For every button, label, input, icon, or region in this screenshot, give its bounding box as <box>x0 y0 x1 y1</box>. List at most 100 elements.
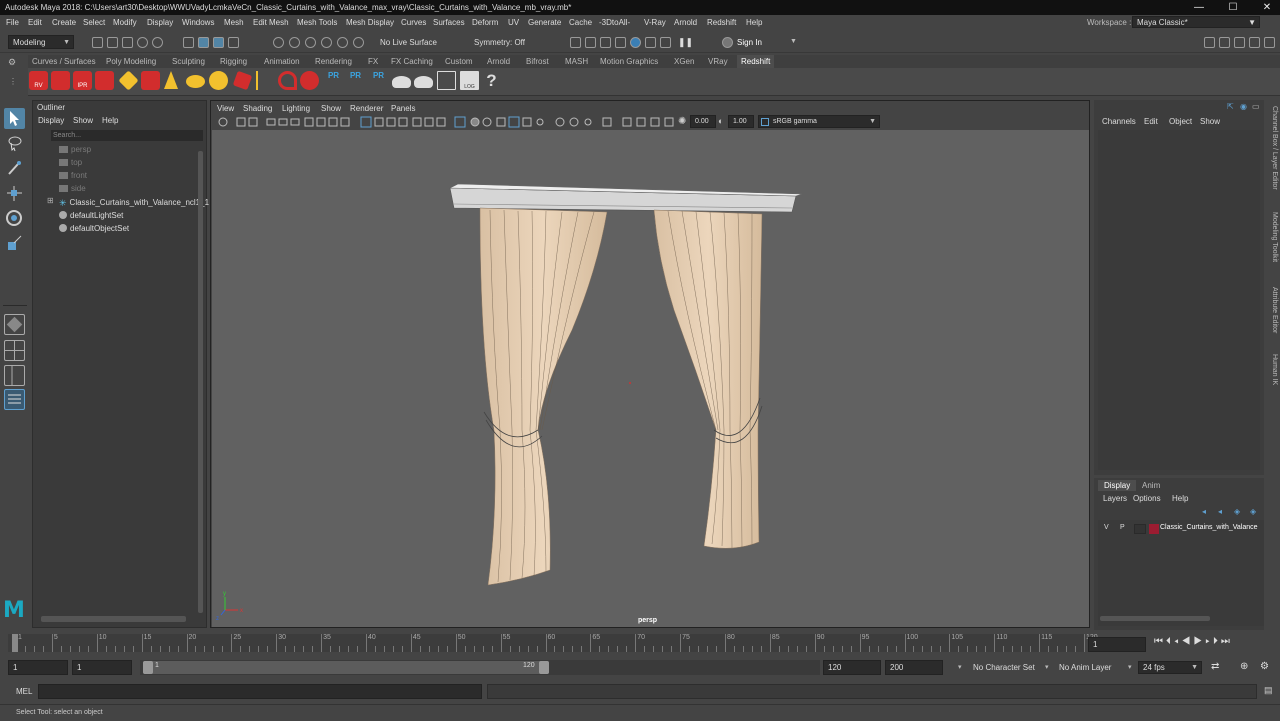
shelf-tab-curves-surfaces[interactable]: Curves / Surfaces <box>28 55 100 68</box>
outliner-item-defaultlightset[interactable]: defaultLightSet <box>59 209 123 222</box>
layer-row[interactable]: V P Classic_Curtains_with_Valance <box>1098 523 1264 535</box>
render-current-frame-icon[interactable] <box>585 37 596 48</box>
select-component-icon[interactable] <box>213 37 224 48</box>
play-backwards-icon[interactable]: ◀ <box>1182 636 1194 647</box>
viewport-menu-shading[interactable]: Shading <box>243 104 272 113</box>
chevron-down-icon[interactable]: ▾ <box>1128 663 1132 671</box>
select-object-icon[interactable] <box>198 37 209 48</box>
redshift-ipr-icon[interactable]: IPR <box>73 71 92 90</box>
playback-end-field[interactable]: 120 <box>823 660 881 675</box>
history-icon[interactable] <box>570 37 581 48</box>
animation-end-field[interactable]: 200 <box>885 660 943 675</box>
menu-arnold[interactable]: Arnold <box>674 15 697 30</box>
viewport-menu-lighting[interactable]: Lighting <box>282 104 310 113</box>
channels-menu-edit[interactable]: Edit <box>1144 117 1158 126</box>
rotate-tool-icon[interactable] <box>4 208 25 229</box>
viewport-menu-show[interactable]: Show <box>321 104 341 113</box>
render-view-icon[interactable] <box>645 37 656 48</box>
shelf-tab-redshift[interactable]: Redshift <box>737 55 775 68</box>
shelf-tab-sculpting[interactable]: Sculpting <box>168 55 209 68</box>
redshift-sphere-icon[interactable] <box>300 71 319 90</box>
maximize-button[interactable]: ☐ <box>1220 0 1246 15</box>
live-surface-label[interactable]: No Live Surface <box>380 38 437 47</box>
animation-preferences-icon[interactable]: ⚙ <box>1260 661 1269 672</box>
channels-menu-channels[interactable]: Channels <box>1102 117 1136 126</box>
channels-menu-object[interactable]: Object <box>1169 117 1192 126</box>
layer-playback-toggle[interactable]: P <box>1120 524 1125 531</box>
channel-box-area[interactable] <box>1098 130 1260 470</box>
mode-dropdown[interactable]: Modeling ▼ <box>8 35 74 49</box>
color-space-dropdown[interactable]: sRGB gamma ▼ <box>758 115 880 128</box>
redshift-sun-icon[interactable] <box>256 71 275 90</box>
shelf-tab-xgen[interactable]: XGen <box>670 55 698 68</box>
shelf-tab-arnold[interactable]: Arnold <box>483 55 514 68</box>
outliner-item-top[interactable]: top <box>59 156 82 169</box>
menu-edit[interactable]: Edit <box>28 15 42 30</box>
new-layer-selected-icon[interactable]: ◈ <box>1250 507 1256 516</box>
menu-3dtoall[interactable]: -3DtoAll- <box>599 15 630 30</box>
lasso-tool-icon[interactable] <box>4 133 25 154</box>
redshift-stop-ipr-icon[interactable] <box>95 71 114 90</box>
menu-curves[interactable]: Curves <box>401 15 426 30</box>
move-tool-icon[interactable] <box>4 183 25 204</box>
step-forward-frame-icon[interactable]: ▸ <box>1205 636 1213 647</box>
side-tab-attribute-editor[interactable]: Attribute Editor <box>1266 287 1278 333</box>
minimize-button[interactable]: — <box>1186 0 1212 15</box>
ipr-render-icon[interactable] <box>600 37 611 48</box>
side-tab-channel-box[interactable]: Channel Box / Layer Editor <box>1266 106 1278 190</box>
side-tab-modeling-toolkit[interactable]: Modeling Toolkit <box>1266 212 1278 262</box>
outliner-item-curtains[interactable]: ✳ Classic_Curtains_with_Valance_ncl1_1 <box>59 196 209 209</box>
toggle-modeling-toolkit-icon[interactable] <box>1264 37 1275 48</box>
save-scene-icon[interactable] <box>122 37 133 48</box>
viewport-menu-view[interactable]: View <box>217 104 234 113</box>
shelf-tab-rendering[interactable]: Rendering <box>311 55 356 68</box>
viewport-canvas[interactable]: x y z persp <box>212 130 1089 627</box>
snap-view-plane-icon[interactable] <box>321 37 332 48</box>
select-component-type-icon[interactable] <box>228 37 239 48</box>
menu-select[interactable]: Select <box>83 15 105 30</box>
move-layer-down-icon[interactable]: ◂ <box>1218 507 1222 516</box>
menu-surfaces[interactable]: Surfaces <box>433 15 465 30</box>
viewport-menu-panels[interactable]: Panels <box>391 104 415 113</box>
redshift-cone-light-icon[interactable] <box>164 71 178 89</box>
layer-name[interactable]: Classic_Curtains_with_Valance <box>1160 524 1258 531</box>
redshift-object-icon[interactable] <box>141 71 160 90</box>
go-to-start-icon[interactable]: ⏮ <box>1154 636 1166 647</box>
step-back-key-icon[interactable]: ⏴ <box>1166 636 1174 647</box>
outliner-menu-show[interactable]: Show <box>73 116 93 125</box>
shelf-tab-custom[interactable]: Custom <box>441 55 477 68</box>
outliner-layout-icon[interactable] <box>4 389 25 410</box>
layer-menu-options[interactable]: Options <box>1133 494 1161 503</box>
exposure-field[interactable]: 0.00 <box>690 115 716 128</box>
go-to-end-icon[interactable]: ⏭ <box>1221 636 1233 647</box>
open-scene-icon[interactable] <box>107 37 118 48</box>
chevron-down-icon[interactable]: ▾ <box>958 663 962 671</box>
redshift-dome-light-icon[interactable] <box>209 71 228 90</box>
gamma-field[interactable]: 1.00 <box>728 115 754 128</box>
menu-file[interactable]: File <box>6 15 19 30</box>
shelf-tab-vray[interactable]: VRay <box>704 55 732 68</box>
shelf-settings-icon[interactable]: ⚙ <box>8 57 16 68</box>
range-end-handle[interactable] <box>539 661 549 674</box>
layer-tab-display[interactable]: Display <box>1098 480 1137 491</box>
layer-color-swatch[interactable] <box>1149 524 1159 534</box>
outliner-item-defaultobjectset[interactable]: defaultObjectSet <box>59 222 129 235</box>
select-tool-icon[interactable] <box>4 108 25 129</box>
layer-type-toggle[interactable] <box>1134 524 1146 534</box>
shelf-tab-bifrost[interactable]: Bifrost <box>522 55 553 68</box>
pause-icon[interactable]: ❚❚ <box>678 37 693 48</box>
outliner-horizontal-scrollbar[interactable] <box>41 616 186 622</box>
undo-icon[interactable] <box>137 37 148 48</box>
workspace-dropdown[interactable]: Maya Classic* ▼ <box>1132 16 1260 28</box>
animation-start-field[interactable]: 1 <box>8 660 68 675</box>
move-layer-up-icon[interactable]: ◂ <box>1202 507 1206 516</box>
toggle-attribute-editor-icon[interactable] <box>1219 37 1230 48</box>
redshift-pr-icon[interactable]: PR <box>324 71 343 90</box>
scale-tool-icon[interactable] <box>4 233 25 254</box>
shelf-menu-icon[interactable]: ⋮ <box>0 68 26 96</box>
redshift-volume-icon[interactable] <box>232 70 253 91</box>
menu-create[interactable]: Create <box>52 15 76 30</box>
playback-start-field[interactable]: 1 <box>72 660 132 675</box>
current-frame-field[interactable]: 1 <box>1088 637 1146 652</box>
time-slider-track[interactable]: 1 5 10 15 20 25 30 35 40 45 50 55 60 65 70 75 80 85 90 95 10… <box>8 634 1098 652</box>
